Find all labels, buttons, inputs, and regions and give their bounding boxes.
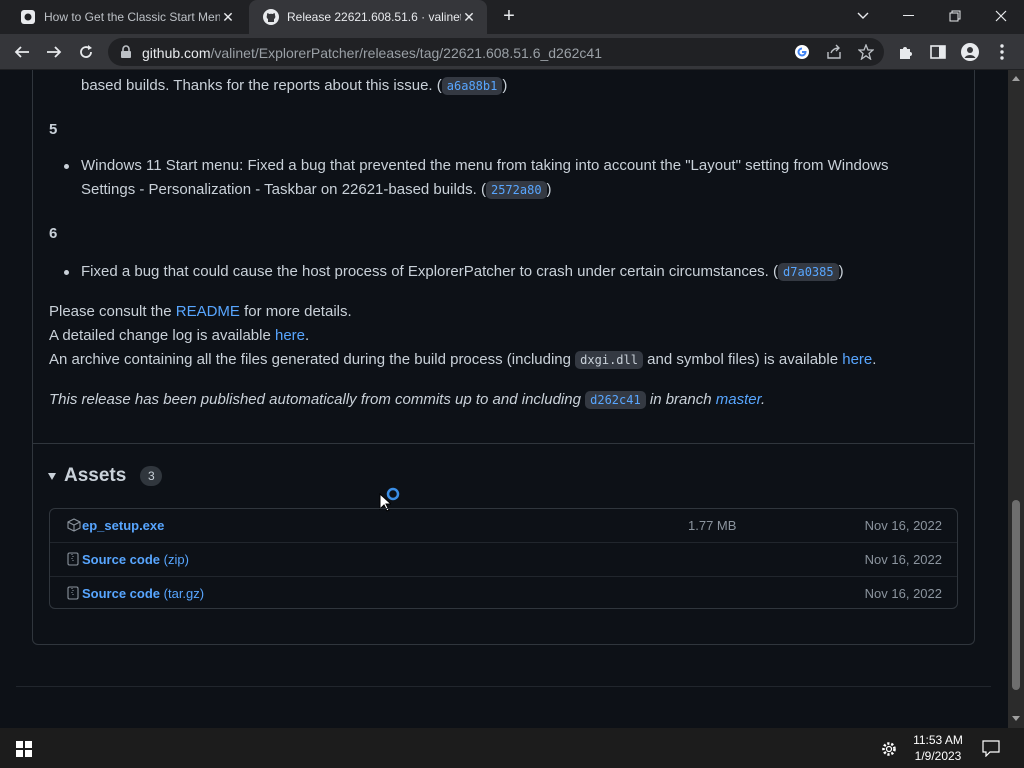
side-panel-icon[interactable] [928, 42, 948, 62]
profile-avatar-icon[interactable] [960, 42, 980, 62]
asset-date: Nov 16, 2022 [864, 551, 942, 567]
master-branch-link[interactable]: master [716, 391, 761, 408]
clock-date: 1/9/2023 [914, 749, 962, 763]
tab-search-icon[interactable] [840, 0, 886, 32]
commit-link-d262c41[interactable]: d262c41 [585, 391, 646, 409]
dxgi-dll-code: dxgi.dll [575, 351, 643, 369]
section-divider [33, 443, 974, 444]
assets-toggle[interactable]: Assets 3 [48, 465, 163, 487]
reload-icon[interactable] [74, 40, 98, 64]
tab-release-explorerpatcher[interactable]: Release 22621.608.51.6 · valinet/Explore… [249, 0, 487, 34]
settings-gear-icon[interactable] [880, 740, 898, 763]
archive-here-link[interactable]: here [842, 351, 872, 368]
asset-download-link[interactable]: Source code (zip) [82, 552, 189, 567]
footer-divider [16, 686, 991, 687]
notification-center-icon[interactable] [982, 740, 1000, 762]
asset-row: Source code (tar.gz) Nov 16, 2022 [50, 576, 957, 609]
address-bar[interactable]: github.com/valinet/ExplorerPatcher/relea… [108, 38, 884, 66]
commit-link-a6a88b1[interactable]: a6a88b1 [441, 77, 503, 95]
new-tab-button[interactable]: + [498, 6, 520, 28]
asset-download-link[interactable]: ep_setup.exe [82, 518, 164, 533]
extensions-puzzle-icon[interactable] [896, 42, 916, 62]
restore-icon[interactable] [932, 0, 978, 32]
caret-down-icon [48, 472, 56, 480]
scrollbar-thumb[interactable] [1012, 500, 1020, 690]
asset-date: Nov 16, 2022 [864, 518, 942, 533]
site-favicon-icon [20, 9, 36, 25]
browser-tab-strip: How to Get the Classic Start Menu ✕ Rele… [0, 0, 1024, 34]
release-note-line: Settings - Personalization - Taskbar on … [81, 181, 552, 199]
bullet-dot [64, 164, 69, 169]
asset-size: 1.77 MB [688, 518, 737, 533]
release-note-line: Fixed a bug that could cause the host pr… [81, 263, 844, 281]
archive-line: An archive containing all the files gene… [49, 351, 877, 369]
windows-start-icon[interactable] [16, 741, 32, 757]
tab-how-to-classic-start-menu[interactable]: How to Get the Classic Start Menu ✕ [6, 0, 246, 34]
assets-heading: Assets [64, 465, 127, 486]
page-viewport: based builds. Thanks for the reports abo… [0, 70, 1008, 728]
changelog-here-link[interactable]: here [275, 327, 305, 344]
tab-close-icon[interactable]: ✕ [461, 9, 477, 26]
changelog-line: A detailed change log is available here. [49, 327, 310, 344]
url-text: github.com/valinet/ExplorerPatcher/relea… [142, 45, 602, 61]
close-window-icon[interactable] [978, 0, 1024, 32]
file-zip-icon [67, 586, 81, 600]
asset-row: ep_setup.exe 1.77 MB Nov 16, 2022 [50, 509, 957, 542]
tab-title: How to Get the Classic Start Menu [44, 10, 220, 24]
release-note-line: Windows 11 Start menu: Fixed a bug that … [81, 157, 889, 174]
published-line: This release has been published automati… [49, 391, 766, 409]
release-note-line: based builds. Thanks for the reports abo… [81, 77, 508, 95]
windows-taskbar: 11:53 AM 1/9/2023 [0, 728, 1024, 768]
asset-row: Source code (zip) Nov 16, 2022 [50, 542, 957, 575]
readme-line: Please consult the README for more detai… [49, 303, 352, 320]
lock-icon[interactable] [120, 45, 132, 64]
github-icon [263, 9, 279, 25]
section-number: 5 [49, 121, 58, 138]
readme-link[interactable]: README [176, 303, 240, 320]
tab-title: Release 22621.608.51.6 · valinet/Explore… [287, 10, 461, 24]
back-arrow-icon[interactable] [10, 40, 34, 64]
scroll-up-arrow-icon[interactable] [1012, 76, 1020, 81]
page-scrollbar[interactable] [1008, 70, 1024, 728]
browser-toolbar: github.com/valinet/ExplorerPatcher/relea… [0, 34, 1024, 70]
commit-link-d7a0385[interactable]: d7a0385 [778, 263, 839, 281]
bullet-dot [64, 270, 69, 275]
section-number: 6 [49, 225, 58, 242]
assets-list: ep_setup.exe 1.77 MB Nov 16, 2022 Source… [49, 508, 958, 609]
kebab-menu-icon[interactable] [992, 42, 1012, 62]
minimize-icon[interactable] [886, 0, 932, 32]
asset-download-link[interactable]: Source code (tar.gz) [82, 586, 204, 601]
clock-time: 11:53 AM [913, 733, 963, 747]
file-zip-icon [67, 552, 81, 566]
tab-close-icon[interactable]: ✕ [220, 9, 236, 26]
scroll-down-arrow-icon[interactable] [1012, 716, 1020, 721]
google-lens-icon[interactable] [793, 43, 811, 61]
system-clock[interactable]: 11:53 AM 1/9/2023 [906, 732, 970, 764]
bookmark-star-icon[interactable] [857, 43, 875, 61]
package-icon [67, 518, 81, 532]
commit-link-2572a80[interactable]: 2572a80 [485, 181, 547, 199]
share-icon[interactable] [825, 43, 843, 61]
asset-date: Nov 16, 2022 [864, 585, 942, 601]
forward-arrow-icon[interactable] [42, 40, 66, 64]
assets-count-badge: 3 [140, 466, 163, 486]
